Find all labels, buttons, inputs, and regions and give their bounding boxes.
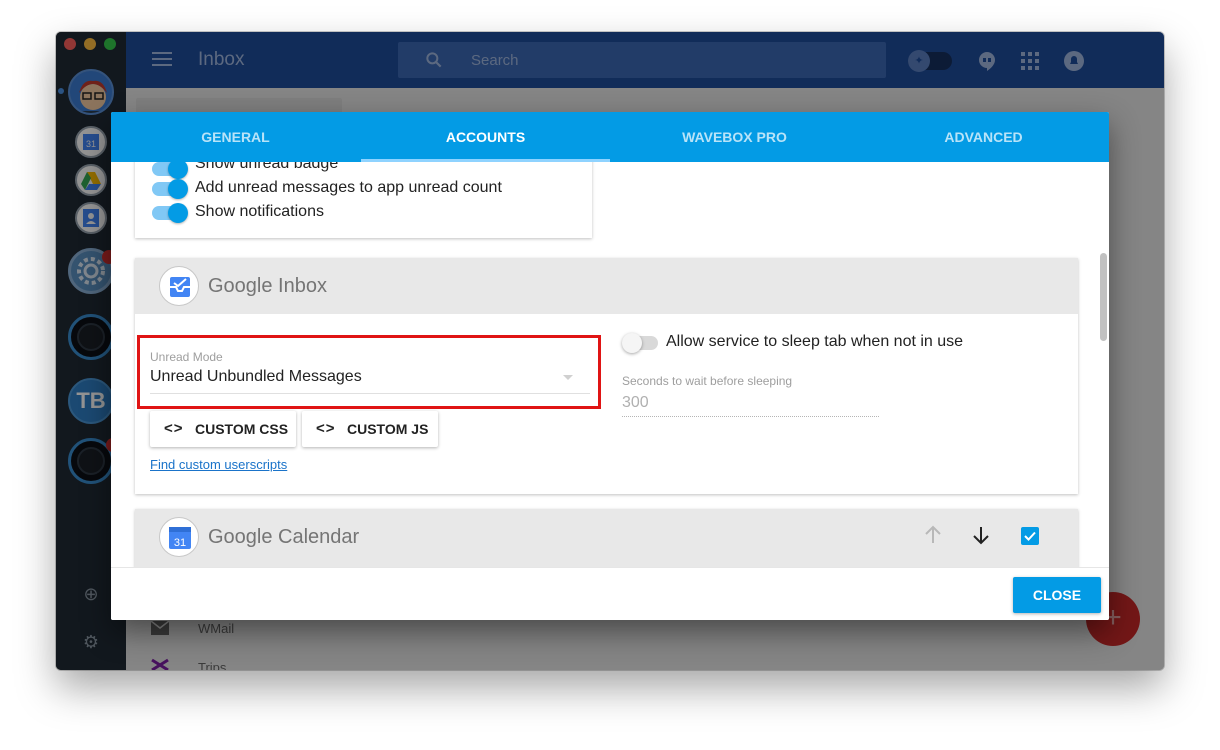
checkmark-icon bbox=[1024, 531, 1036, 541]
toggle-label: Add unread messages to app unread count bbox=[195, 179, 502, 196]
unread-settings-card: Show unread badge Add unread messages to… bbox=[135, 162, 592, 238]
google-inbox-card: Google Inbox Unread Mode Unread Unbundle… bbox=[135, 258, 1078, 494]
google-calendar-icon: 31 bbox=[159, 517, 199, 557]
custom-css-label: CUSTOM CSS bbox=[195, 421, 289, 437]
highlight-box bbox=[137, 335, 601, 409]
sleep-seconds-label: Seconds to wait before sleeping bbox=[622, 374, 793, 388]
sleep-seconds-input[interactable]: 300 bbox=[622, 394, 649, 412]
find-userscripts-link[interactable]: Find custom userscripts bbox=[150, 457, 287, 472]
service-name: Google Inbox bbox=[208, 275, 327, 297]
svg-text:31: 31 bbox=[174, 537, 186, 549]
settings-dialog: GENERAL ACCOUNTS WAVEBOX PRO ADVANCED Sh… bbox=[111, 112, 1109, 620]
tab-advanced[interactable]: ADVANCED bbox=[859, 112, 1108, 162]
arrow-up-icon[interactable] bbox=[921, 523, 945, 547]
settings-tabs: GENERAL ACCOUNTS WAVEBOX PRO ADVANCED bbox=[111, 112, 1109, 162]
dialog-actions: CLOSE bbox=[111, 567, 1109, 620]
tab-general[interactable]: GENERAL bbox=[111, 112, 360, 162]
enable-service-checkbox[interactable] bbox=[1021, 527, 1039, 545]
code-icon: <> bbox=[316, 420, 336, 437]
close-button[interactable]: CLOSE bbox=[1013, 577, 1101, 613]
add-unread-count-toggle[interactable] bbox=[152, 179, 188, 199]
custom-js-label: CUSTOM JS bbox=[347, 421, 429, 437]
service-name: Google Calendar bbox=[208, 526, 360, 548]
input-underline bbox=[622, 416, 879, 417]
card-header: Google Inbox bbox=[135, 258, 1078, 314]
sleep-toggle-label: Allow service to sleep tab when not in u… bbox=[666, 333, 964, 350]
scrollbar[interactable] bbox=[1100, 253, 1107, 341]
show-unread-badge-toggle[interactable] bbox=[152, 162, 188, 179]
code-icon: <> bbox=[164, 420, 184, 437]
google-inbox-icon bbox=[159, 266, 199, 306]
custom-css-button[interactable]: <> CUSTOM CSS bbox=[150, 411, 296, 447]
sleep-tab-toggle[interactable] bbox=[622, 333, 658, 353]
arrow-down-icon[interactable] bbox=[969, 523, 993, 547]
google-calendar-card: 31 Google Calendar bbox=[135, 509, 1078, 567]
settings-content: Show unread badge Add unread messages to… bbox=[111, 162, 1109, 567]
custom-js-button[interactable]: <> CUSTOM JS bbox=[302, 411, 438, 447]
toggle-label: Show unread badge bbox=[195, 162, 339, 172]
tab-wavebox-pro[interactable]: WAVEBOX PRO bbox=[610, 112, 859, 162]
show-notifications-toggle[interactable] bbox=[152, 203, 188, 223]
tab-accounts[interactable]: ACCOUNTS bbox=[361, 112, 610, 162]
toggle-label: Show notifications bbox=[195, 203, 324, 220]
